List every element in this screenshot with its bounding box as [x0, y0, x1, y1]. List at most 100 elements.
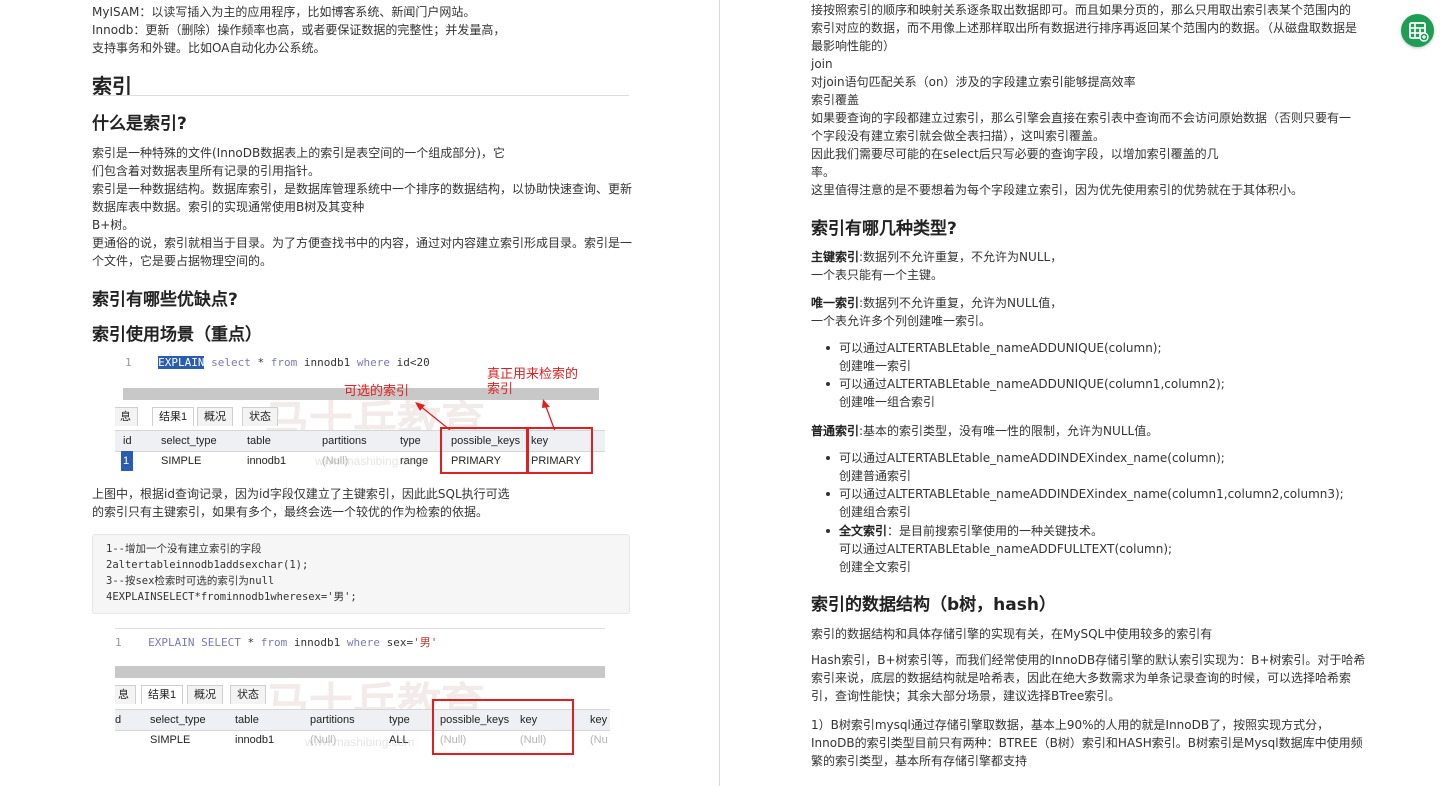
primary-index-label: 主键索引 — [811, 250, 860, 264]
sql-keyword-where: where — [346, 636, 380, 649]
heading-index-types: 索引有哪几种类型? — [811, 219, 957, 239]
highlight-box-key — [527, 427, 593, 474]
struct-p2-line-2: 索引来说，底层的数据结构就是哈希表，因此在绝大多数需求为单条记录查询的时候，可以… — [811, 671, 1352, 685]
sql-token: innodb1 — [297, 356, 357, 369]
tab-info[interactable]: 息 — [115, 407, 138, 426]
right-page: 接按照索引的顺序和映射关系逐条取出数据即可。而且如果分页的，那么只用取出索引表某… — [721, 0, 1440, 786]
normal-bullet-1-line-2: 创建普通索引 — [839, 469, 912, 483]
top-line-1: 接按照索引的顺序和映射关系逐条取出数据即可。而且如果分页的，那么只用取出索引表某… — [811, 3, 1352, 17]
col-header: type — [389, 714, 410, 726]
top-line-8: 个字段没有建立索引就会做全表扫描），这叫索引覆盖。 — [811, 129, 1106, 143]
tab-status[interactable]: 状态 — [242, 407, 278, 426]
what-line-4: 数据库表中数据。索引的实现通常使用B树及其变种 — [92, 200, 365, 214]
top-line-6: 索引覆盖 — [811, 93, 860, 107]
grid-cell: (Nu — [590, 734, 608, 746]
top-line-10: 率。 — [811, 165, 836, 179]
top-line-5: 对join语句匹配关系（on）涉及的字段建立索引能够提高效率 — [811, 75, 1136, 89]
what-line-5: B+树。 — [92, 218, 135, 232]
unique-bullet-1-line-1: 可以通过ALTERTABLEtable_nameADDUNIQUE(column… — [839, 341, 1162, 355]
figure-top-rule — [115, 628, 605, 629]
sql-token: sex= — [379, 636, 414, 649]
unique-index-line-2: 一个表允许多个列创建唯一索引。 — [811, 314, 992, 328]
note-real-index-line2: 索引 — [487, 381, 514, 396]
what-line-3: 索引是一种数据结构。数据库索引，是数据库管理系统中一个排序的数据结构，以协助快速… — [92, 182, 633, 196]
tab-overview[interactable]: 概况 — [197, 407, 233, 426]
tab-result1[interactable]: 结果1 — [141, 685, 184, 704]
what-line-2: 们包含着对数据表里所有记录的引用指针。 — [92, 164, 321, 178]
unique-bullet-2-line-1: 可以通过ALTERTABLEtable_nameADDUNIQUE(column… — [839, 377, 1225, 391]
primary-index-text: :数据列不允许重复，不允许为NULL， — [859, 250, 1063, 264]
unique-bullet-2-line-2: 创建唯一组合索引 — [839, 395, 936, 409]
unique-index-text: :数据列不允许重复，允许为NULL值， — [859, 296, 1063, 310]
heading-scenario: 索引使用场景（重点） — [92, 325, 262, 345]
normal-index-label: 普通索引 — [811, 424, 860, 438]
note-possible-index: 可选的索引 — [344, 383, 410, 398]
struct-p2-line-1: Hash索引，B+树索引等，而我们经常使用的InnoDB存储引擎的默认索引实现为… — [811, 653, 1366, 667]
watermark-url: www.mashibing.com — [305, 735, 415, 749]
intro-line-2: Innodb：更新（删除）操作频率也高，或者要保证数据的完整性；并发量高， — [92, 23, 506, 37]
code-line: 2altertableinnodb1addsexchar(1); — [106, 559, 309, 571]
top-line-4: join — [811, 57, 833, 71]
intro-line-1: MyISAM：以读写插入为主的应用程序，比如博客系统、新闻门户网站。 — [92, 5, 476, 19]
unique-index-line: 唯一索引:数据列不允许重复，允许为NULL值， — [811, 294, 1062, 312]
intro-line-3: 支持事务和外键。比如OA自动化办公系统。 — [92, 41, 326, 55]
explain-screenshot-1: 马士兵教育 1 EXPLAIN select * from innodb1 wh… — [115, 352, 605, 477]
sql-keyword-where: where — [356, 356, 390, 369]
heading-data-structure: 索引的数据结构（b树，hash） — [811, 595, 1056, 615]
col-header: partitions — [322, 435, 367, 447]
bullet-dot — [826, 382, 830, 386]
grid-cell: innodb1 — [235, 734, 275, 746]
note-real-index-line1: 真正用来检索的 — [487, 366, 579, 381]
col-header: id — [123, 435, 132, 447]
sql-keyword-from: from — [270, 356, 298, 369]
top-line-7: 如果要查询的字段都建立过索引，那么引擎会直接在索引表中查询而不会访问原始数据（否… — [811, 111, 1352, 125]
sql-token: id<20 — [389, 356, 430, 369]
bullet-dot — [826, 346, 830, 350]
sql-keyword-explain: EXPLAIN — [158, 356, 205, 369]
col-header: table — [235, 714, 259, 726]
floating-table-button[interactable] — [1401, 14, 1434, 47]
unique-bullet-1-line-2: 创建唯一索引 — [839, 359, 912, 373]
highlight-box-possible-keys-key — [432, 699, 574, 755]
watermark-url: www.mashibing.com — [315, 454, 425, 468]
top-line-9: 因此我们需要尽可能的在select后只写必要的查询字段，以增加索引覆盖的几 — [811, 147, 1219, 161]
after-fig1-line-2: 的索引只有主键索引，如果有多个，最终会选一个较优的作为检索的依据。 — [92, 505, 489, 519]
line-number: 1 — [115, 636, 122, 649]
explain-screenshot-2: 马士兵教育 1 EXPLAIN SELECT * from innodb1 wh… — [115, 628, 610, 758]
tab-result1[interactable]: 结果1 — [152, 407, 195, 426]
top-line-2: 索引对应的数据，而不用像上述那样取出所有数据进行排序再返回某个范围内的数据。（从… — [811, 21, 1358, 35]
sql-keyword-select: select — [211, 356, 251, 369]
tab-overview[interactable]: 概况 — [187, 685, 223, 704]
fulltext-index-label: 全文索引 — [839, 524, 888, 538]
left-page: MyISAM：以读写插入为主的应用程序，比如博客系统、新闻门户网站。 Innod… — [0, 0, 718, 786]
grid-cell: 1 — [121, 451, 133, 471]
unique-index-label: 唯一索引 — [811, 296, 860, 310]
sql-line: 1 EXPLAIN select * from innodb1 where id… — [125, 356, 430, 369]
bullet-dot — [826, 529, 830, 533]
normal-bullet-2-line-2: 创建组合索引 — [839, 505, 912, 519]
tab-info[interactable]: 息 — [115, 685, 136, 704]
struct-paragraph-1: 索引的数据结构和具体存储引擎的实现有关，在MySQL中使用较多的索引有 — [811, 627, 1213, 641]
tab-status[interactable]: 状态 — [230, 685, 266, 704]
struct-p2-line-3: 引，查询性能快；其余大部分场景，建议选择BTree索引。 — [811, 689, 1121, 703]
fulltext-index-text: ：是目前搜索引擎使用的一种关键技术。 — [887, 524, 1104, 538]
fulltext-index-line-2: 可以通过ALTERTABLEtable_nameADDFULLTEXT(colu… — [839, 542, 1173, 556]
col-header: select_type — [150, 714, 206, 726]
struct-p3-line-2: InnoDB的索引类型目前只有两种：BTREE（B树）索引和HASH索引。B树索… — [811, 736, 1363, 750]
code-line: 1--增加一个没有建立索引的字段 — [106, 543, 262, 555]
bullet-dot — [826, 492, 830, 496]
result-tabs: 息 结果1 概况 状态 — [115, 407, 605, 426]
sql-keyword-explain-select: EXPLAIN SELECT — [148, 636, 241, 649]
sql-token: innodb1 — [287, 636, 347, 649]
sql-line: 1 EXPLAIN SELECT * from innodb1 where se… — [115, 634, 437, 650]
fulltext-index-line: 全文索引：是目前搜索引擎使用的一种关键技术。 — [839, 522, 1103, 540]
heading-pros-cons: 索引有哪些优缺点? — [92, 290, 238, 310]
fulltext-index-line-3: 创建全文索引 — [839, 560, 912, 574]
normal-bullet-2-line-1: 可以通过ALTERTABLEtable_nameADDINDEXindex_na… — [839, 487, 1344, 501]
sql-string: '男' — [413, 636, 438, 649]
top-line-11: 这里值得注意的是不要想着为每个字段建立索引，因为优先使用索引的优势就在于其体积小… — [811, 183, 1304, 197]
sql-keyword-from: from — [260, 636, 288, 649]
what-line-6: 更通俗的说，索引就相当于目录。为了方便查找书中的内容，通过对内容建立索引形成目录… — [92, 236, 633, 250]
top-line-3: 最影响性能的） — [811, 39, 896, 53]
code-line: 4EXPLAINSELECT*frominnodb1wheresex='男'; — [106, 591, 357, 603]
